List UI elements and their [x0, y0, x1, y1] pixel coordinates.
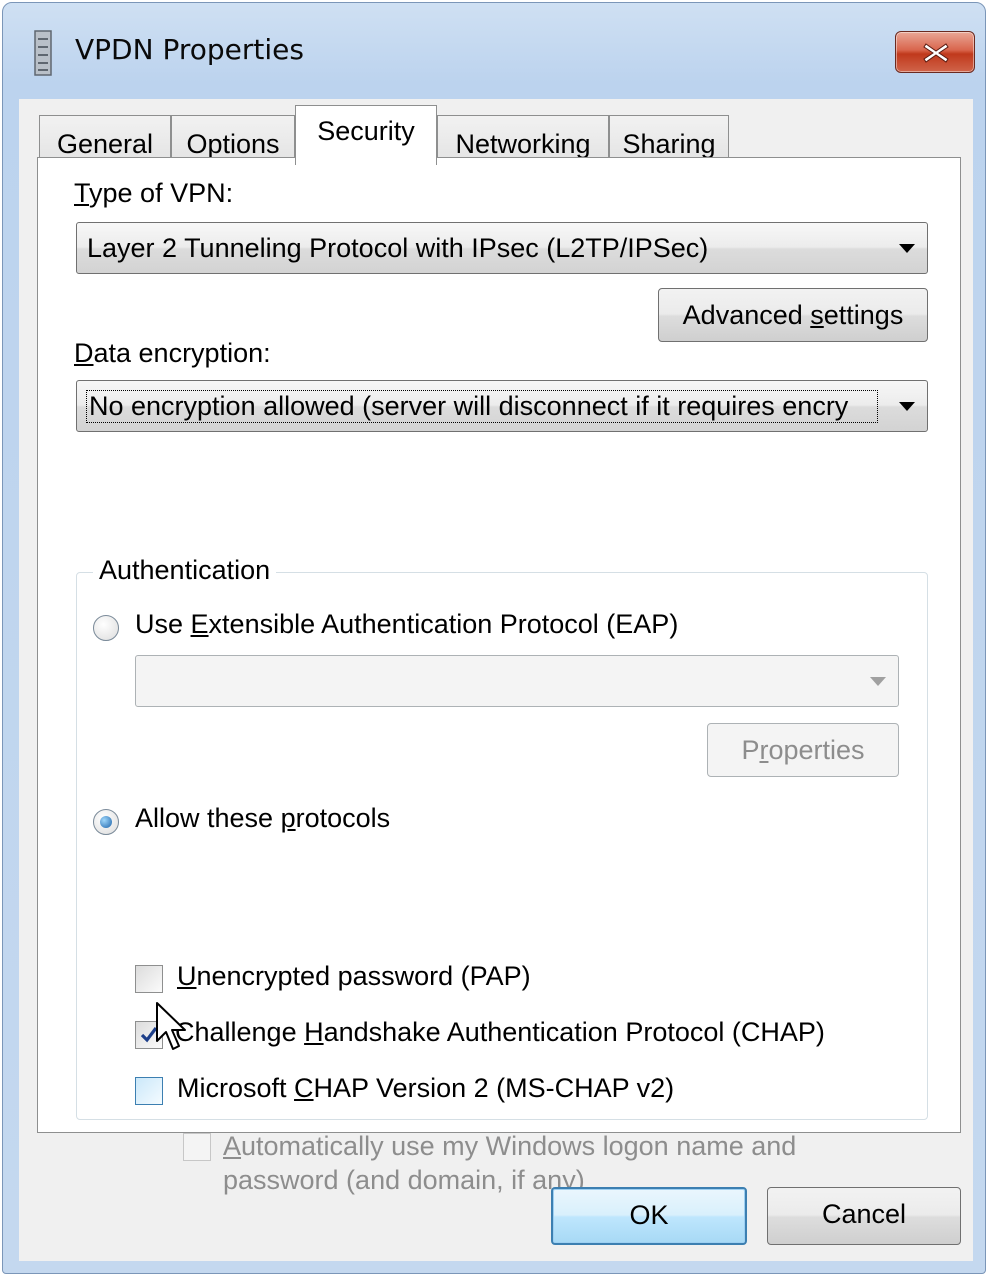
eap-radio[interactable]: [93, 615, 119, 641]
tab-networking[interactable]: Networking: [437, 115, 609, 163]
allow-protocols-label[interactable]: Allow these protocols: [135, 803, 390, 834]
chevron-down-icon: [870, 677, 886, 686]
chevron-down-icon: [899, 402, 915, 411]
close-icon: [923, 43, 949, 63]
tab-sharing[interactable]: Sharing: [609, 115, 729, 163]
advanced-settings-button[interactable]: Advanced settings: [658, 288, 928, 342]
authentication-group: Authentication Use Extensible Authentica…: [76, 555, 928, 1195]
allow-protocols-radio[interactable]: [93, 809, 119, 835]
vpn-type-label: Type of VPN:: [74, 178, 234, 208]
tab-options[interactable]: Options: [171, 115, 295, 163]
auto-logon-label: Automatically use my Windows logon name …: [223, 1131, 797, 1195]
tab-security[interactable]: Security: [295, 105, 437, 165]
pap-checkbox[interactable]: [135, 965, 163, 993]
mschapv2-checkbox[interactable]: [135, 1077, 163, 1105]
cancel-button[interactable]: Cancel: [767, 1187, 961, 1245]
data-encryption-label: Data encryption:: [74, 338, 271, 368]
close-button[interactable]: [895, 31, 975, 73]
pap-label[interactable]: Unencrypted password (PAP): [177, 961, 531, 992]
mouse-cursor-icon: [156, 1002, 186, 1050]
chap-label[interactable]: Challenge Handshake Authentication Proto…: [175, 1017, 825, 1048]
eap-properties-button: Properties: [707, 723, 899, 777]
mschapv2-label[interactable]: Microsoft CHAP Version 2 (MS-CHAP v2): [177, 1073, 674, 1104]
phone-line-icon: [33, 29, 53, 77]
security-tab-panel: Type of VPN: Layer 2 Tunneling Protocol …: [37, 157, 961, 1195]
chevron-down-icon: [899, 244, 915, 253]
ok-button[interactable]: OK: [551, 1187, 747, 1245]
eap-radio-label[interactable]: Use Extensible Authentication Protocol (…: [135, 609, 678, 640]
vpn-type-value: Layer 2 Tunneling Protocol with IPsec (L…: [87, 233, 709, 263]
dialog-body: General Options Security Networking Shar…: [19, 99, 973, 1261]
title-bar[interactable]: VPDN Properties: [3, 3, 985, 99]
window-title: VPDN Properties: [75, 33, 304, 66]
vpn-type-dropdown[interactable]: Layer 2 Tunneling Protocol with IPsec (L…: [76, 222, 928, 274]
data-encryption-dropdown[interactable]: No encryption allowed (server will disco…: [76, 380, 928, 432]
data-encryption-value: No encryption allowed (server will disco…: [86, 390, 878, 423]
properties-window: VPDN Properties General Options Security…: [2, 2, 986, 1274]
tab-general[interactable]: General: [39, 115, 171, 163]
auto-logon-checkbox: [183, 1133, 211, 1161]
authentication-group-title: Authentication: [93, 555, 277, 586]
eap-method-dropdown: [135, 655, 899, 707]
